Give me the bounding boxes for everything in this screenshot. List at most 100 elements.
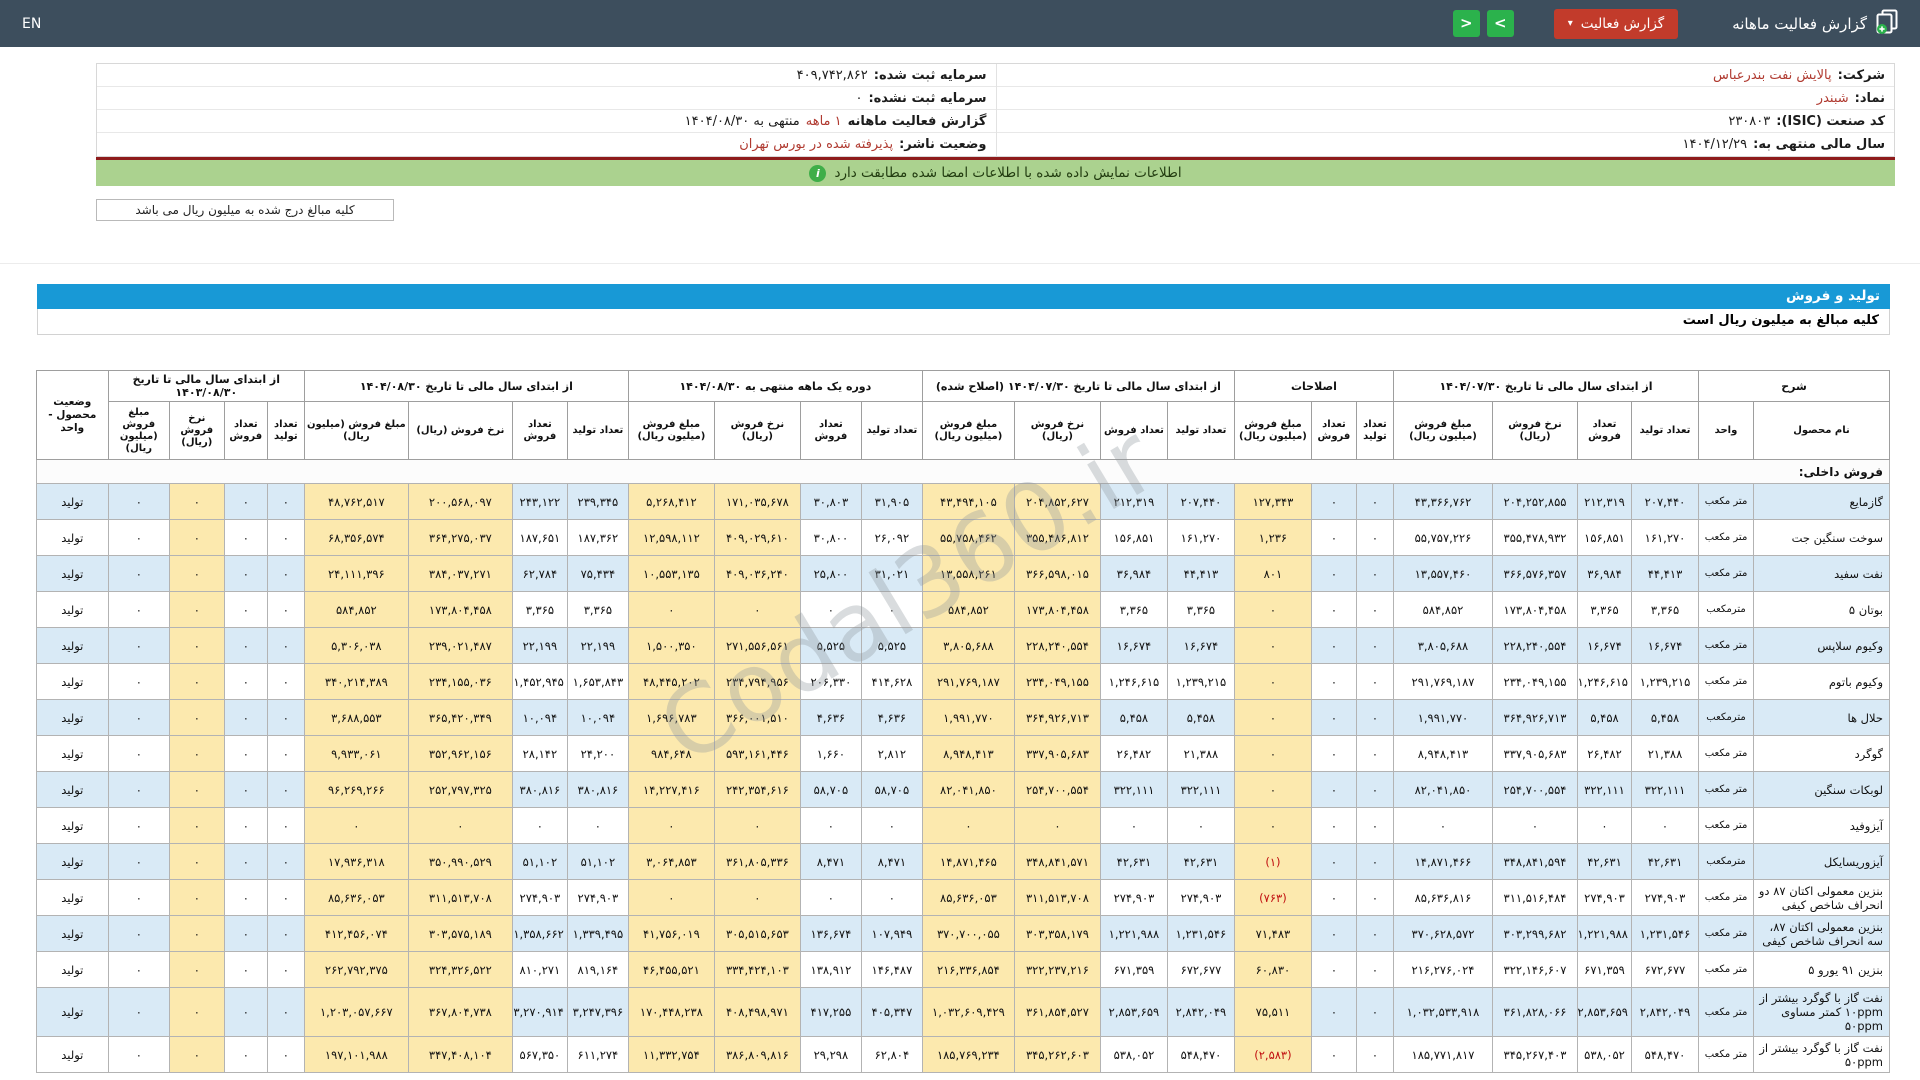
data-cell: ۰ <box>1356 844 1393 880</box>
data-cell: ۳۵۲,۹۶۲,۱۵۶ <box>408 736 512 772</box>
product-name-cell: سوخت سنگین جت <box>1754 520 1890 556</box>
data-cell: ۵۴۸,۴۷۰ <box>1167 1037 1234 1073</box>
product-status-cell: تولید <box>36 1037 108 1073</box>
data-cell: ۰ <box>169 952 224 988</box>
data-cell: ۰ <box>628 880 714 916</box>
data-cell: ۱۱,۳۳۲,۷۵۴ <box>628 1037 714 1073</box>
data-cell: ۲۱,۳۸۸ <box>1167 736 1234 772</box>
data-cell: ۲۶۲,۷۹۲,۳۷۵ <box>304 952 408 988</box>
desc-header: شرح <box>1699 371 1890 402</box>
data-cell: ۰ <box>267 844 304 880</box>
signature-notice: اطلاعات نمایش داده شده با اطلاعات امضا ش… <box>96 157 1895 186</box>
sub-header: تعداد فروش <box>1100 402 1167 460</box>
sub-header: مبلغ فروش (میلیون ریال) <box>108 402 169 460</box>
data-cell: ۳۱,۹۰۵ <box>861 484 922 520</box>
data-cell: ۲۳۹,۳۴۵ <box>567 484 628 520</box>
data-cell: ۰ <box>224 808 267 844</box>
product-name-cell: لوبکات سنگین <box>1754 772 1890 808</box>
data-cell: ۵۴۸,۴۷۰ <box>1632 1037 1699 1073</box>
data-cell: ۲۷۱,۵۵۶,۵۶۱ <box>714 628 800 664</box>
product-name-cell: آیزوفید <box>1754 808 1890 844</box>
product-row: گوگردمتر مکعب۲۱,۳۸۸۲۶,۴۸۲۳۳۷,۹۰۵,۶۸۳۸,۹۴… <box>36 736 1889 772</box>
data-cell: ۳۲۲,۱۱۱ <box>1167 772 1234 808</box>
sub-header: تعداد فروش <box>224 402 267 460</box>
data-cell: ۵,۴۵۸ <box>1100 700 1167 736</box>
product-unit-cell: متر مکعب <box>1699 556 1754 592</box>
data-cell: ۴۲,۶۳۱ <box>1167 844 1234 880</box>
data-cell: ۰ <box>1311 520 1356 556</box>
data-cell: ۴۰۹,۰۲۹,۶۱۰ <box>714 520 800 556</box>
data-cell: ۵۵,۷۵۸,۴۶۲ <box>922 520 1014 556</box>
data-cell: ۰ <box>1234 664 1311 700</box>
next-report-button[interactable]: > <box>1487 10 1514 37</box>
data-cell: ۲۱۲,۳۱۹ <box>1100 484 1167 520</box>
prev-report-button[interactable]: < <box>1453 10 1480 37</box>
data-cell: ۱۷۰,۴۴۸,۲۳۸ <box>628 988 714 1037</box>
data-cell: ۳۰۳,۳۵۸,۱۷۹ <box>1014 916 1100 952</box>
data-cell: ۴۴,۴۱۳ <box>1167 556 1234 592</box>
sub-header: نرخ فروش (ریال) <box>1014 402 1100 460</box>
data-cell: ۳۲۲,۱۴۶,۶۰۷ <box>1493 952 1578 988</box>
data-cell: ۰ <box>628 592 714 628</box>
product-name-cell: گازمایع <box>1754 484 1890 520</box>
data-cell: ۱,۶۵۳,۸۴۳ <box>567 664 628 700</box>
symbol-link[interactable]: شبندر <box>1817 91 1849 106</box>
sub-header: تعداد تولید <box>567 402 628 460</box>
language-toggle[interactable]: EN <box>22 16 41 32</box>
data-cell: ۲۶,۴۸۲ <box>1100 736 1167 772</box>
data-cell: ۳۰,۸۰۳ <box>800 484 861 520</box>
data-cell: ۰ <box>408 808 512 844</box>
data-cell: ۰ <box>1311 772 1356 808</box>
data-cell: ۳۴۷,۴۰۸,۱۰۴ <box>408 1037 512 1073</box>
product-row: نفت گاز با گوگرد بیشتر از ۱۰ppm کمتر مسا… <box>36 988 1889 1037</box>
header-group-row: شرحاز ابتدای سال مالی تا تاریخ ۱۴۰۴/۰۷/۳… <box>36 371 1889 402</box>
data-cell: ۰ <box>108 700 169 736</box>
sub-header: نرخ فروش (ریال) <box>1493 402 1578 460</box>
data-cell: ۰ <box>714 880 800 916</box>
data-cell: ۰ <box>1311 556 1356 592</box>
data-cell: ۰ <box>224 844 267 880</box>
data-cell: ۳۰,۸۰۰ <box>800 520 861 556</box>
data-cell: ۳۸۰,۸۱۶ <box>567 772 628 808</box>
data-cell: ۰ <box>267 664 304 700</box>
data-cell: ۰ <box>267 880 304 916</box>
data-cell: ۲۴,۱۱۱,۳۹۶ <box>304 556 408 592</box>
data-cell: ۰ <box>1311 700 1356 736</box>
data-cell: ۰ <box>1356 1037 1393 1073</box>
data-cell: ۳,۸۰۵,۶۸۸ <box>922 628 1014 664</box>
data-cell: ۶۷۱,۳۵۹ <box>1578 952 1632 988</box>
data-cell: ۳,۰۶۴,۸۵۳ <box>628 844 714 880</box>
data-cell: ۰ <box>224 988 267 1037</box>
info-icon: i <box>809 165 826 182</box>
group-header: از ابتدای سال مالی تا تاریخ ۱۴۰۴/۰۷/۳۰ <box>1393 371 1698 402</box>
sub-header: تعداد تولید <box>1356 402 1393 460</box>
activity-report-dropdown[interactable]: گزارش فعالیت ▾ <box>1554 9 1678 39</box>
data-cell: ۰ <box>1234 808 1311 844</box>
data-cell: ۰ <box>1311 664 1356 700</box>
data-cell: ۳۳۴,۴۲۴,۱۰۳ <box>714 952 800 988</box>
product-status-cell: تولید <box>36 880 108 916</box>
data-cell: ۳۰۳,۲۹۹,۶۸۲ <box>1493 916 1578 952</box>
data-cell: ۰ <box>1311 736 1356 772</box>
data-cell: ۰ <box>1014 808 1100 844</box>
data-cell: ۳,۳۶۵ <box>1100 592 1167 628</box>
data-cell: ۱۹۷,۱۰۱,۹۸۸ <box>304 1037 408 1073</box>
group-header: دوره یک ماهه منتهی به ۱۴۰۴/۰۸/۳۰ <box>628 371 922 402</box>
unregistered-capital-label: سرمایه ثبت نشده: <box>868 91 986 106</box>
data-cell: ۳۲۲,۲۳۷,۲۱۶ <box>1014 952 1100 988</box>
data-cell: ۰ <box>800 808 861 844</box>
data-cell: ۲۶,۰۹۲ <box>861 520 922 556</box>
product-row: سوخت سنگین جتمتر مکعب۱۶۱,۲۷۰۱۵۶,۸۵۱۳۵۵,۴… <box>36 520 1889 556</box>
data-cell: ۰ <box>1234 700 1311 736</box>
data-cell: ۲۵۴,۷۰۰,۵۵۴ <box>1014 772 1100 808</box>
data-cell: ۵۱,۱۰۲ <box>567 844 628 880</box>
data-cell: ۲۱,۳۸۸ <box>1632 736 1699 772</box>
data-cell: ۲۵۲,۷۹۷,۳۲۵ <box>408 772 512 808</box>
company-link[interactable]: پالایش نفت بندرعباس <box>1713 68 1832 83</box>
data-cell: ۱۳,۵۵۷,۴۶۰ <box>1393 556 1492 592</box>
data-cell: ۵,۵۲۵ <box>800 628 861 664</box>
data-cell: ۱,۵۰۰,۳۵۰ <box>628 628 714 664</box>
product-name-cell: بنزین معمولی اکتان ۸۷ دو انحراف شاخص کیف… <box>1754 880 1890 916</box>
data-cell: ۵۳۸,۰۵۲ <box>1578 1037 1632 1073</box>
data-cell: ۰ <box>108 556 169 592</box>
